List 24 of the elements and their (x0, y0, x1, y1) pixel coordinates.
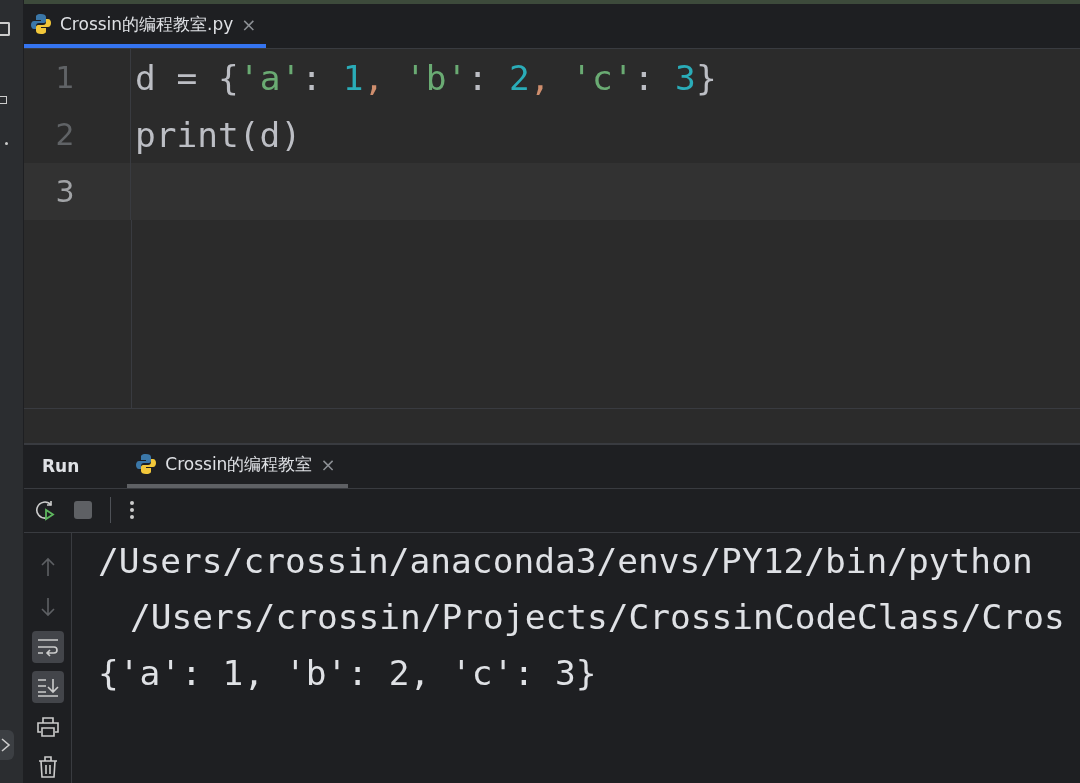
code-line: print(d) (134, 114, 302, 155)
python-icon (135, 453, 158, 476)
down-arrow-icon[interactable] (39, 597, 56, 617)
stop-icon[interactable] (74, 501, 92, 520)
printer-icon[interactable] (36, 717, 59, 737)
run-tab[interactable]: Crossin的编程教室 × (127, 445, 348, 488)
tab-label: Crossin的编程教室.py (60, 12, 234, 36)
rerun-icon[interactable] (34, 499, 56, 522)
soft-wrap-icon[interactable] (35, 637, 60, 657)
more-icon[interactable] (129, 500, 135, 521)
tab-label: Crossin的编程教室 (165, 452, 313, 476)
line-number: 3 (24, 163, 131, 221)
close-icon[interactable]: × (241, 13, 257, 35)
code-line: d = {'a': 1, 'b': 2, 'c': 3} (134, 57, 717, 98)
close-icon[interactable]: × (320, 453, 336, 475)
scroll-to-end-icon[interactable] (35, 677, 60, 697)
panel-title: Run (42, 456, 80, 477)
console-output-line: /Users/crossin/anaconda3/envs/PY12/bin/python (98, 541, 1033, 583)
python-icon (30, 13, 52, 36)
trash-icon[interactable] (37, 756, 58, 778)
console-output-line: /Users/crossin/Projects/CrossinCodeClass/Cros (130, 597, 1065, 639)
line-number: 1 (24, 49, 131, 107)
up-arrow-icon[interactable] (39, 557, 56, 577)
console-output-line: {'a': 1, 'b': 2, 'c': 3} (98, 653, 597, 695)
